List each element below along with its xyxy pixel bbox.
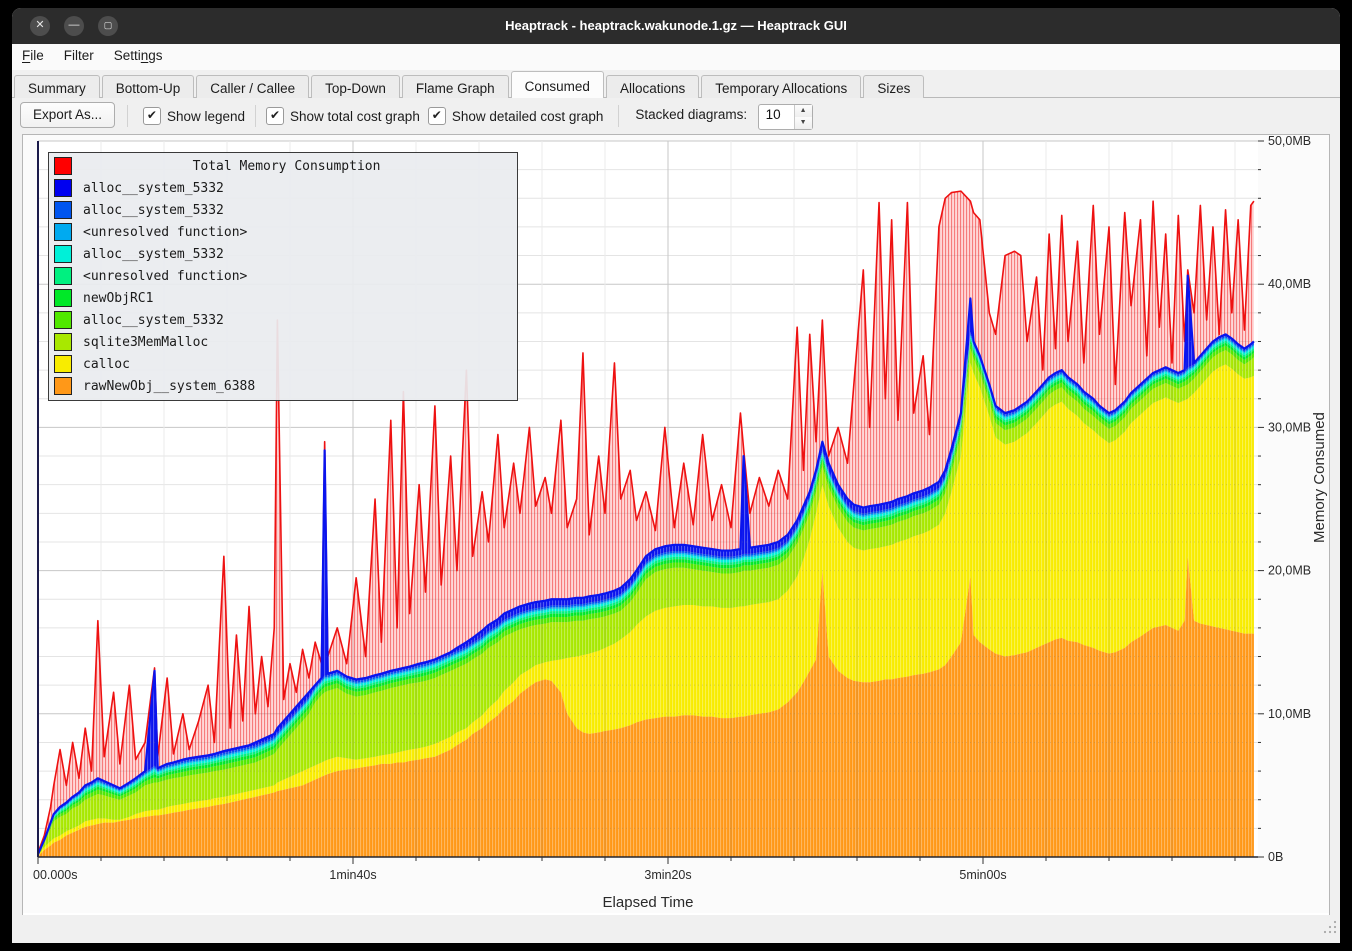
resize-grip-icon[interactable] — [1323, 920, 1337, 934]
svg-text:0B: 0B — [1268, 850, 1283, 864]
legend-swatch-icon — [54, 377, 72, 395]
chart-legend: Total Memory Consumption alloc__system_53… — [48, 152, 518, 401]
legend-label: rawNewObj__system_6388 — [83, 379, 255, 394]
legend-entry: alloc__system_5332 — [49, 177, 517, 199]
svg-text:40,0MB: 40,0MB — [1268, 277, 1311, 291]
legend-label: sqlite3MemMalloc — [83, 335, 208, 350]
tab-top-down[interactable]: Top-Down — [311, 75, 400, 100]
legend-swatch-icon — [54, 157, 72, 175]
legend-label: alloc__system_5332 — [83, 313, 224, 328]
tab-summary[interactable]: Summary — [14, 75, 100, 100]
legend-swatch-icon — [54, 289, 72, 307]
checkbox-show-total-cost-graph[interactable]: ✔ Show total cost graph — [266, 107, 420, 125]
legend-entry: <unresolved function> — [49, 221, 517, 243]
legend-label: <unresolved function> — [83, 269, 247, 284]
checkbox-label: Show detailed cost graph — [452, 109, 604, 124]
legend-entry: Total Memory Consumption — [49, 155, 517, 177]
checkbox-box[interactable]: ✔ — [266, 107, 284, 125]
menu-settings[interactable]: Settings — [104, 44, 173, 67]
spin-down-icon[interactable]: ▼ — [795, 117, 812, 129]
legend-entry: sqlite3MemMalloc — [49, 331, 517, 353]
window-title: Heaptrack - heaptrack.wakunode.1.gz — He… — [12, 8, 1340, 44]
tab-bottom-up[interactable]: Bottom-Up — [102, 75, 195, 100]
stacked-diagrams-label: Stacked diagrams: — [635, 107, 747, 122]
legend-entry: calloc — [49, 353, 517, 375]
legend-swatch-icon — [54, 201, 72, 219]
export-as-button[interactable]: Export As... — [20, 102, 115, 128]
spinbox-arrows: ▲ ▼ — [794, 105, 812, 129]
checkbox-label: Show legend — [167, 109, 245, 124]
spin-up-icon[interactable]: ▲ — [795, 105, 812, 117]
title-bar[interactable]: ✕ — ▢ Heaptrack - heaptrack.wakunode.1.g… — [12, 8, 1340, 45]
legend-swatch-icon — [54, 267, 72, 285]
legend-swatch-icon — [54, 223, 72, 241]
svg-text:10,0MB: 10,0MB — [1268, 707, 1311, 721]
menu-file[interactable]: File — [12, 44, 54, 67]
svg-text:1min40s: 1min40s — [329, 868, 376, 882]
toolbar: Export As... ✔ Show legend ✔ Show total cos… — [12, 98, 1340, 134]
legend-swatch-icon — [54, 179, 72, 197]
svg-text:Elapsed Time: Elapsed Time — [603, 894, 694, 911]
legend-label: alloc__system_5332 — [83, 247, 224, 262]
toolbar-separator — [127, 105, 128, 127]
legend-entry: alloc__system_5332 — [49, 309, 517, 331]
legend-label: Total Memory Consumption — [72, 159, 501, 174]
tab-bar: SummaryBottom-UpCaller / CalleeTop-DownF… — [12, 70, 1340, 98]
checkbox-box[interactable]: ✔ — [428, 107, 446, 125]
status-bar — [12, 915, 1340, 943]
checkbox-box[interactable]: ✔ — [143, 107, 161, 125]
tab-flame-graph[interactable]: Flame Graph — [402, 75, 509, 100]
legend-entry: alloc__system_5332 — [49, 199, 517, 221]
checkbox-show-detailed-cost-graph[interactable]: ✔ Show detailed cost graph — [428, 107, 604, 125]
svg-text:5min00s: 5min00s — [959, 868, 1006, 882]
svg-text:30,0MB: 30,0MB — [1268, 420, 1311, 434]
legend-label: alloc__system_5332 — [83, 181, 224, 196]
menu-filter[interactable]: Filter — [54, 44, 104, 67]
legend-swatch-icon — [54, 245, 72, 263]
tab-allocations[interactable]: Allocations — [606, 75, 699, 100]
svg-text:20,0MB: 20,0MB — [1268, 564, 1311, 578]
tab-temporary-allocations[interactable]: Temporary Allocations — [701, 75, 861, 100]
spinbox-value[interactable]: 10 — [759, 105, 794, 129]
legend-entry: <unresolved function> — [49, 265, 517, 287]
toolbar-separator — [618, 105, 619, 127]
app-window: ✕ — ▢ Heaptrack - heaptrack.wakunode.1.g… — [12, 8, 1340, 943]
tab-consumed[interactable]: Consumed — [511, 71, 604, 98]
legend-entry: newObjRC1 — [49, 287, 517, 309]
legend-entry: alloc__system_5332 — [49, 243, 517, 265]
legend-swatch-icon — [54, 355, 72, 373]
svg-text:50,0MB: 50,0MB — [1268, 135, 1311, 148]
legend-label: <unresolved function> — [83, 225, 247, 240]
checkbox-label: Show total cost graph — [290, 109, 420, 124]
legend-swatch-icon — [54, 311, 72, 329]
legend-label: alloc__system_5332 — [83, 203, 224, 218]
tab-caller-callee[interactable]: Caller / Callee — [196, 75, 309, 100]
legend-label: calloc — [83, 357, 130, 372]
legend-label: newObjRC1 — [83, 291, 153, 306]
legend-entry: rawNewObj__system_6388 — [49, 375, 517, 397]
tab-sizes[interactable]: Sizes — [863, 75, 924, 100]
checkbox-show-legend[interactable]: ✔ Show legend — [143, 107, 245, 125]
legend-swatch-icon — [54, 333, 72, 351]
stacked-diagrams-spinbox[interactable]: 10 ▲ ▼ — [758, 104, 813, 130]
svg-text:3min20s: 3min20s — [644, 868, 691, 882]
svg-text:00.000s: 00.000s — [33, 868, 77, 882]
menu-bar: FileFilterSettings — [12, 44, 1340, 71]
